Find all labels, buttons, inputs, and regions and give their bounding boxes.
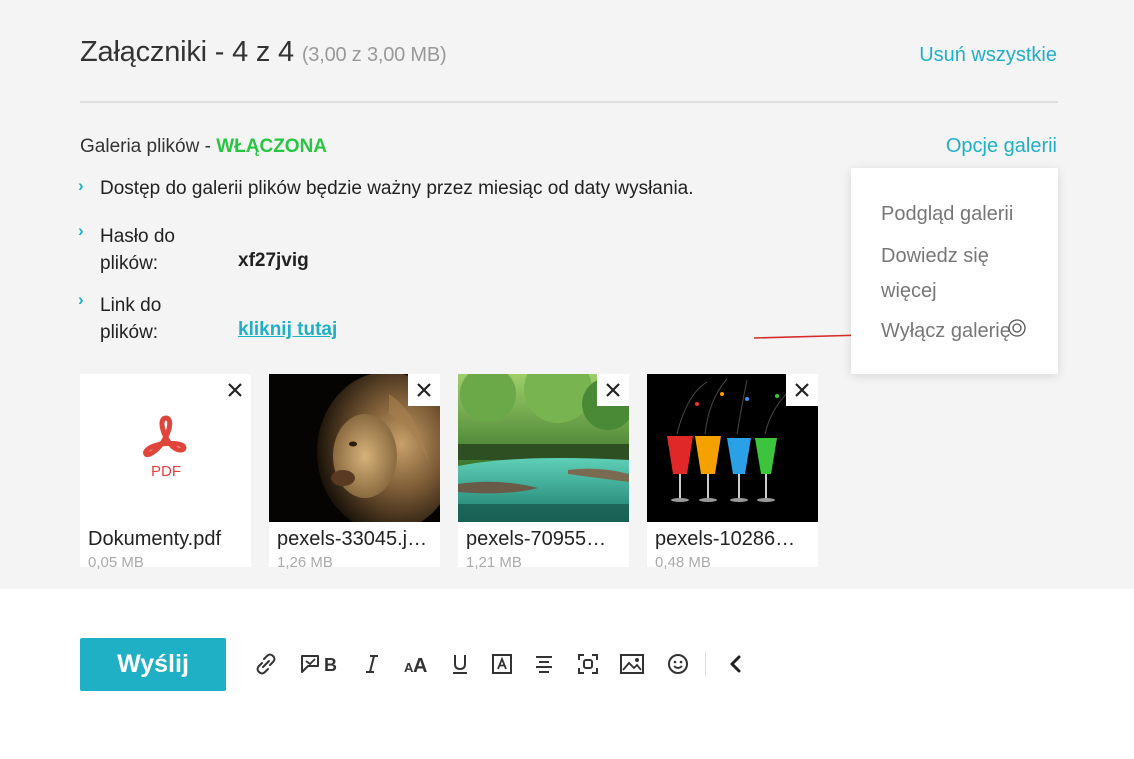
- attachments-count: Załączniki - 4 z 4: [80, 36, 294, 68]
- fullscreen-icon[interactable]: [572, 648, 604, 680]
- close-icon: [795, 383, 809, 397]
- pdf-badge: PDF: [151, 463, 181, 480]
- image-icon[interactable]: [616, 648, 648, 680]
- send-button[interactable]: Wyślij: [80, 638, 226, 691]
- file-size: 0,05 MB: [88, 554, 144, 571]
- attachment-item[interactable]: pexels-10286… 0,48 MB: [647, 374, 818, 571]
- divider: [80, 101, 1058, 103]
- font-size-icon[interactable]: AA: [400, 648, 432, 680]
- emoji-icon[interactable]: [662, 648, 694, 680]
- attachments-title: Załączniki - 4 z 4 (3,00 z 3,00 MB): [80, 36, 447, 69]
- remove-attachment-button[interactable]: [597, 374, 629, 406]
- remove-attachment-button[interactable]: [786, 374, 818, 406]
- file-size: 0,48 MB: [655, 554, 711, 571]
- underline-icon[interactable]: [444, 648, 476, 680]
- link-label: Link do plików:: [100, 295, 162, 343]
- attachment-item[interactable]: pexels-70955… 1,21 MB: [458, 374, 629, 571]
- gallery-label: Galeria plików -: [80, 136, 217, 157]
- chevron-right-icon: ›: [78, 221, 84, 240]
- file-name: Dokumenty.pdf: [88, 528, 222, 550]
- menu-item-learn-more[interactable]: Dowiedz się więcej: [881, 239, 1041, 309]
- gallery-status: Galeria plików - WŁĄCZONA: [80, 136, 327, 158]
- collapse-icon[interactable]: [720, 648, 752, 680]
- password-value: xf27jvig: [238, 250, 309, 271]
- access-text: Dostęp do galerii plików będzie ważny pr…: [100, 178, 694, 199]
- attachments-size: (3,00 z 3,00 MB): [301, 44, 447, 66]
- remove-attachment-button[interactable]: [219, 374, 251, 406]
- pdf-icon: PDF: [140, 414, 192, 484]
- pointer-cursor-icon: [1008, 319, 1026, 337]
- svg-text:B: B: [324, 655, 337, 675]
- gallery-state: WŁĄCZONA: [216, 136, 328, 157]
- gallery-options-menu: Podgląd galerii Dowiedz się więcej Wyłąc…: [851, 168, 1058, 374]
- file-name: pexels-33045.j…: [277, 528, 428, 550]
- sender-name-icon[interactable]: B: [298, 648, 340, 680]
- chevron-right-icon: ›: [78, 290, 84, 309]
- file-name: pexels-10286…: [655, 528, 796, 550]
- file-size: 1,26 MB: [277, 554, 333, 571]
- file-name: pexels-70955…: [466, 528, 607, 550]
- gallery-link[interactable]: kliknij tutaj: [238, 319, 337, 341]
- close-icon: [417, 383, 431, 397]
- close-icon: [228, 383, 242, 397]
- align-icon[interactable]: [528, 648, 560, 680]
- italic-icon[interactable]: [356, 648, 388, 680]
- menu-item-preview-gallery[interactable]: Podgląd galerii: [881, 197, 1013, 232]
- attachment-item[interactable]: PDF Dokumenty.pdf 0,05 MB: [80, 374, 251, 571]
- remove-all-link[interactable]: Usuń wszystkie: [919, 44, 1057, 67]
- password-label: Hasło do plików:: [100, 226, 175, 274]
- remove-attachment-button[interactable]: [408, 374, 440, 406]
- menu-item-disable-gallery[interactable]: Wyłącz galerię: [881, 314, 1011, 349]
- svg-text:A: A: [413, 655, 427, 676]
- gallery-options-link[interactable]: Opcje galerii: [946, 135, 1057, 158]
- toolbar-separator: [705, 652, 706, 676]
- file-size: 1,21 MB: [466, 554, 522, 571]
- attachments-panel: Załączniki - 4 z 4 (3,00 z 3,00 MB) Usuń…: [0, 0, 1134, 589]
- link-icon[interactable]: [250, 648, 282, 680]
- text-box-icon[interactable]: [486, 648, 518, 680]
- attachment-item[interactable]: pexels-33045.j… 1,26 MB: [269, 374, 440, 571]
- close-icon: [606, 383, 620, 397]
- chevron-right-icon: ›: [78, 176, 84, 195]
